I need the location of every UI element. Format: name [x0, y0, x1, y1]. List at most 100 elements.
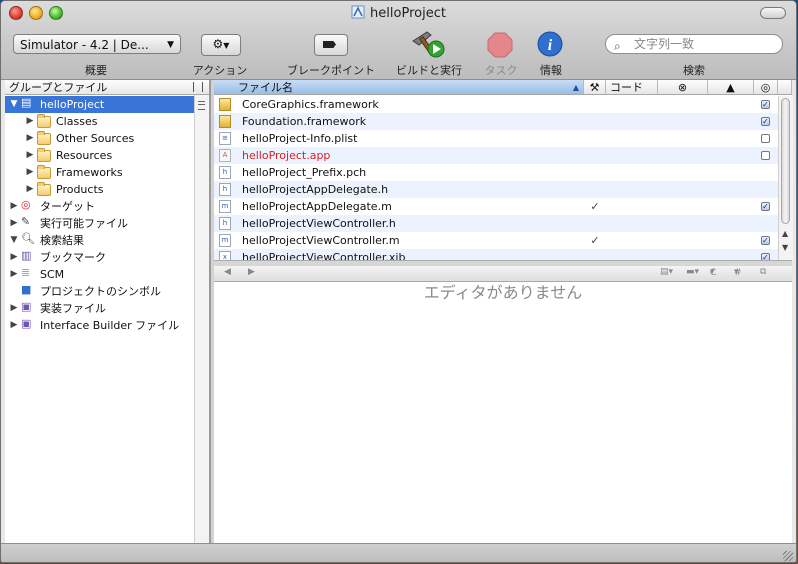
- disclosure-collapsed-icon[interactable]: ▶: [25, 130, 35, 147]
- action-label: アクション: [192, 64, 248, 77]
- build-column-header[interactable]: ⚒: [584, 80, 606, 95]
- disclosure-collapsed-icon[interactable]: ▶: [9, 215, 19, 232]
- app-file-icon: A: [219, 149, 231, 162]
- nav-back-button[interactable]: ◀: [224, 267, 231, 277]
- table-row[interactable]: h helloProject_Prefix.pch: [214, 164, 778, 181]
- action-menu-button[interactable]: ⚙▼: [201, 34, 241, 56]
- no-editor-message: エディタがありません: [423, 283, 583, 302]
- sidebar-item[interactable]: ▶ ◎ ターゲット: [5, 198, 195, 215]
- error-icon: ⊗: [677, 81, 688, 94]
- sidebar-item[interactable]: ▶ ✎ 実行可能ファイル: [5, 215, 195, 232]
- table-row[interactable]: m helloProjectViewController.m ✓ ✓: [214, 232, 778, 249]
- target-membership-checkbox[interactable]: [761, 151, 770, 160]
- file-table-scrollbar[interactable]: ▲ ▼: [778, 96, 793, 260]
- sidebar-scrollbar[interactable]: [194, 95, 209, 543]
- executable-icon: ✎: [21, 215, 31, 228]
- nav-forward-button[interactable]: ▶: [248, 267, 255, 277]
- disclosure-collapsed-icon[interactable]: ▶: [9, 198, 19, 215]
- h-file-icon: h: [219, 166, 231, 179]
- target-membership-checkbox[interactable]: ✓: [761, 202, 770, 211]
- breakpoints-button[interactable]: [314, 34, 348, 56]
- toolbar-toggle-button[interactable]: [760, 7, 786, 19]
- scroll-thumb[interactable]: [781, 98, 790, 224]
- sidebar-tree: ▼ ▤ helloProject ▶ Classes ▶ Other Sources ▶ Res…: [5, 96, 195, 334]
- disclosure-collapsed-icon[interactable]: ▶: [9, 266, 19, 283]
- groups-and-files-sidebar: グループとファイル ▼ ▤ helloProject ▶ Classes ▶ Other S…: [5, 80, 210, 543]
- magnifier-icon: 🔍︎: [21, 232, 35, 245]
- sidebar-item[interactable]: ▶ ▣ 実装ファイル: [5, 300, 195, 317]
- disclosure-collapsed-icon[interactable]: ▶: [9, 249, 19, 266]
- sidebar-header-label: グループとファイル: [9, 81, 108, 94]
- disclosure-collapsed-icon[interactable]: ▶: [9, 300, 19, 317]
- folder-icon: [37, 148, 51, 162]
- sort-ascending-icon: ▲: [572, 83, 579, 92]
- disclosure-expanded-icon[interactable]: ▼: [9, 96, 19, 113]
- class-menu-button[interactable]: C ▾: [710, 267, 716, 278]
- sidebar-item-label: Classes: [56, 115, 98, 128]
- file-name: helloProjectViewController.h: [242, 217, 396, 230]
- gear-icon: ⚙: [212, 37, 224, 51]
- table-header-corner: [778, 80, 792, 95]
- target-membership-checkbox[interactable]: ✓: [761, 236, 770, 245]
- code-column-header[interactable]: コード: [606, 80, 658, 95]
- disclosure-expanded-icon[interactable]: ▼: [9, 232, 19, 249]
- table-row[interactable]: ≡ helloProject-Info.plist: [214, 130, 778, 147]
- sidebar-item[interactable]: ▶ Classes: [5, 113, 195, 130]
- project-icon: ▤: [21, 96, 32, 109]
- file-name: helloProjectAppDelegate.m: [242, 200, 392, 213]
- disclosure-collapsed-icon[interactable]: ▶: [9, 317, 19, 334]
- sidebar-item-label: 検索結果: [40, 234, 84, 247]
- disclosure-collapsed-icon[interactable]: ▶: [25, 113, 35, 130]
- filename-column-header[interactable]: ファイル名 ▲: [214, 80, 584, 95]
- search-field[interactable]: ⌕ 文字列一致: [605, 34, 783, 54]
- sidebar-item[interactable]: ▼ 🔍︎ 検索結果: [5, 232, 195, 249]
- project-icon: [351, 5, 365, 19]
- sidebar-item[interactable]: ▶ Frameworks: [5, 164, 195, 181]
- split-view-icon[interactable]: [193, 82, 203, 92]
- sidebar-header: グループとファイル: [5, 80, 209, 95]
- build-and-run-icon[interactable]: [409, 27, 447, 59]
- sidebar-item[interactable]: ▶ ▥ ブックマーク: [5, 249, 195, 266]
- includes-menu-button[interactable]: # ▾: [734, 267, 742, 278]
- sidebar-item[interactable]: ▼ ▤ helloProject: [5, 96, 195, 113]
- sidebar-item-label: Frameworks: [56, 166, 123, 179]
- errors-column-header[interactable]: ⊗: [658, 80, 708, 95]
- info-icon[interactable]: i: [537, 31, 563, 57]
- table-row[interactable]: CoreGraphics.framework ✓: [214, 96, 778, 113]
- scheme-popup[interactable]: Simulator - 4.2 | De... ▼: [13, 34, 181, 54]
- sidebar-item[interactable]: ▶ ≣ SCM: [5, 266, 195, 283]
- sidebar-item[interactable]: ▶ Other Sources: [5, 130, 195, 147]
- sidebar-item[interactable]: ■ プロジェクトのシンボル: [5, 283, 195, 300]
- sidebar-item-label: Other Sources: [56, 132, 135, 145]
- sidebar-item-label: SCM: [40, 268, 65, 281]
- editor-pane[interactable]: エディタがありません: [214, 282, 792, 543]
- scroll-down-icon[interactable]: ▼: [782, 243, 788, 252]
- sidebar-item[interactable]: ▶ Resources: [5, 147, 195, 164]
- target-column-header[interactable]: ◎: [754, 80, 778, 95]
- bookmarks-menu-icon[interactable]: ▬▾: [686, 267, 699, 277]
- file-table: ファイル名 ▲ ⚒ コード ⊗ ▲ ◎ CoreGraphics.framewo…: [214, 80, 793, 266]
- table-row[interactable]: m helloProjectAppDelegate.m ✓ ✓: [214, 198, 778, 215]
- grip-icon[interactable]: [198, 101, 205, 110]
- resize-grip-icon[interactable]: [783, 551, 793, 561]
- table-row[interactable]: h helloProjectViewController.h: [214, 215, 778, 232]
- table-row[interactable]: AhelloProject.app: [214, 147, 778, 164]
- stop-tasks-icon[interactable]: [487, 32, 513, 58]
- sidebar-item[interactable]: ▶ Products: [5, 181, 195, 198]
- scroll-up-icon[interactable]: ▲: [782, 229, 788, 238]
- disclosure-collapsed-icon[interactable]: ▶: [25, 181, 35, 198]
- table-row[interactable]: Foundation.framework ✓: [214, 113, 778, 130]
- table-row[interactable]: h helloProjectAppDelegate.h: [214, 181, 778, 198]
- disclosure-collapsed-icon[interactable]: ▶: [25, 164, 35, 181]
- sidebar-item[interactable]: ▶ ▣ Interface Builder ファイル: [5, 317, 195, 334]
- disclosure-collapsed-icon[interactable]: ▶: [25, 147, 35, 164]
- window-title: helloProject: [1, 5, 796, 21]
- target-membership-checkbox[interactable]: ✓: [761, 100, 770, 109]
- warnings-column-header[interactable]: ▲: [708, 80, 754, 95]
- target-membership-checkbox[interactable]: [761, 134, 770, 143]
- split-editor-icon[interactable]: ⧉: [760, 267, 766, 277]
- includes-menu-label: #: [734, 268, 742, 278]
- target-membership-checkbox[interactable]: ✓: [761, 117, 770, 126]
- file-history-icon[interactable]: ▤▾: [660, 267, 673, 277]
- chevron-down-icon: ▼: [167, 40, 174, 50]
